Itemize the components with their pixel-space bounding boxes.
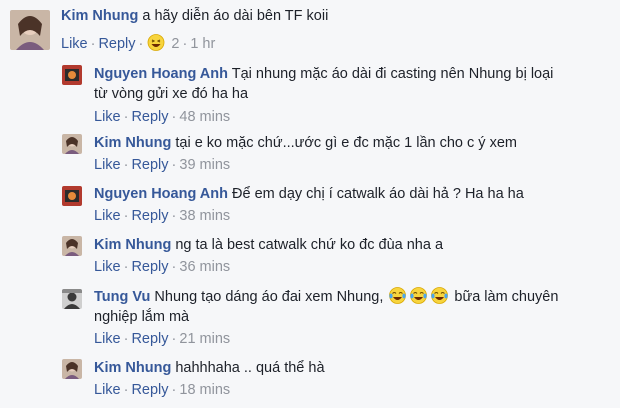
comment-text: Để em dạy chị í catwalk áo dài hả ? Ha h…: [232, 186, 524, 202]
commenter-name[interactable]: Kim Nhung: [94, 135, 171, 151]
comment-body: Kim Nhung hahhhaha .. quá thể hà Like · Re…: [94, 358, 325, 400]
comment: Kim Nhung a hãy diễn áo dài bên TF koii …: [0, 0, 620, 58]
comment-body: Nguyen Hoang Anh Để em dạy chị í catwalk…: [94, 184, 524, 226]
reply-link[interactable]: Reply: [131, 157, 168, 173]
comment-text-line: Kim Nhung ng ta là best catwalk chứ ko đ…: [94, 235, 443, 255]
comment-body: Nguyen Hoang Anh Tại nhung mặc áo dài đi…: [94, 64, 553, 127]
separator-dot: ·: [123, 157, 129, 173]
comment-body: Kim Nhung ng ta là best catwalk chứ ko đ…: [94, 235, 443, 277]
comment-body: Kim Nhung a hãy diễn áo dài bên TF koii …: [61, 6, 328, 54]
reaction-count[interactable]: 2: [171, 36, 179, 52]
tears-of-joy-emoji-icon: [388, 287, 407, 304]
comment-actions: Like · Reply · 39 mins: [94, 155, 517, 175]
timestamp[interactable]: 36 mins: [179, 259, 230, 275]
avatar[interactable]: [62, 359, 82, 379]
reply-link[interactable]: Reply: [131, 331, 168, 347]
comment-text: Nhung tạo dáng áo đai xem Nhung,: [154, 289, 384, 305]
separator-dot: ·: [123, 109, 129, 125]
comment-actions: Like · Reply · 36 mins: [94, 257, 443, 277]
separator-dot: ·: [171, 157, 177, 173]
comment-actions: Like · Reply · 2 · 1 hr: [61, 34, 328, 54]
comment-text: hahhhaha .. quá thể hà: [175, 360, 325, 376]
reply-link[interactable]: Reply: [131, 382, 168, 398]
separator-dot: ·: [171, 109, 177, 125]
separator-dot: ·: [138, 36, 144, 52]
tears-of-joy-emoji-icon: [430, 287, 449, 304]
separator-dot: ·: [123, 382, 129, 398]
separator-dot: ·: [90, 36, 96, 52]
like-link[interactable]: Like: [94, 259, 121, 275]
avatar[interactable]: [62, 236, 82, 256]
separator-dot: ·: [123, 331, 129, 347]
separator-dot: ·: [123, 259, 129, 275]
commenter-name[interactable]: Kim Nhung: [94, 360, 171, 376]
comment-text: a hãy diễn áo dài bên TF koii: [142, 8, 329, 24]
timestamp[interactable]: 48 mins: [179, 109, 230, 125]
comment-text: bữa làm chuyên: [454, 289, 559, 305]
comment-text: Tại nhung mặc áo dài đi casting nên Nhun…: [231, 66, 554, 82]
comment-text-line: nghiệp lắm mà: [94, 309, 190, 325]
commenter-name[interactable]: Tung Vu: [94, 289, 150, 305]
like-link[interactable]: Like: [94, 382, 121, 398]
comment-body: Kim Nhung tại e ko mặc chứ...ước gì e đc…: [94, 133, 517, 175]
comment-text-line: Kim Nhung a hãy diễn áo dài bên TF koii: [61, 6, 328, 26]
reply-link[interactable]: Reply: [131, 259, 168, 275]
reply-link[interactable]: Reply: [131, 109, 168, 125]
timestamp[interactable]: 21 mins: [179, 331, 230, 347]
like-link[interactable]: Like: [94, 109, 121, 125]
comment-text-line: Nguyen Hoang Anh Để em dạy chị í catwalk…: [94, 184, 524, 204]
separator-dot: ·: [123, 208, 129, 224]
comment-text-line: Kim Nhung tại e ko mặc chứ...ước gì e đc…: [94, 133, 517, 153]
timestamp[interactable]: 38 mins: [179, 208, 230, 224]
comment-text-line: Kim Nhung hahhhaha .. quá thể hà: [94, 358, 325, 378]
comment-text: tại e ko mặc chứ...ước gì e đc mặc 1 lần…: [175, 135, 517, 151]
commenter-name[interactable]: Kim Nhung: [61, 8, 138, 24]
separator-dot: ·: [182, 36, 188, 52]
comment-actions: Like · Reply · 48 mins: [94, 107, 553, 127]
like-link[interactable]: Like: [94, 331, 121, 347]
comment-text-line: Nguyen Hoang Anh Tại nhung mặc áo dài đi…: [94, 64, 553, 84]
separator-dot: ·: [171, 208, 177, 224]
avatar[interactable]: [10, 10, 50, 50]
comment-actions: Like · Reply · 21 mins: [94, 329, 558, 349]
separator-dot: ·: [171, 259, 177, 275]
timestamp[interactable]: 39 mins: [179, 157, 230, 173]
commenter-name[interactable]: Nguyen Hoang Anh: [94, 66, 228, 82]
comment-text-line: từ vòng gửi xe đó ha ha: [94, 86, 249, 102]
avatar[interactable]: [62, 65, 82, 85]
comment-body: Tung Vu Nhung tạo dáng áo đai xem Nhung,…: [94, 287, 558, 349]
tears-of-joy-emoji-icon: [409, 287, 428, 304]
avatar[interactable]: [62, 134, 82, 154]
commenter-name[interactable]: Nguyen Hoang Anh: [94, 186, 228, 202]
comment-text-line: Tung Vu Nhung tạo dáng áo đai xem Nhung,…: [94, 287, 558, 307]
timestamp[interactable]: 1 hr: [190, 36, 215, 52]
laughing-emoji-icon[interactable]: [147, 34, 166, 51]
like-link[interactable]: Like: [61, 36, 88, 52]
reply-link[interactable]: Reply: [98, 36, 135, 52]
comment-actions: Like · Reply · 38 mins: [94, 206, 524, 226]
timestamp[interactable]: 18 mins: [179, 382, 230, 398]
separator-dot: ·: [171, 382, 177, 398]
comment-actions: Like · Reply · 18 mins: [94, 380, 325, 400]
avatar[interactable]: [62, 186, 82, 206]
commenter-name[interactable]: Kim Nhung: [94, 237, 171, 253]
avatar[interactable]: [62, 289, 82, 309]
separator-dot: ·: [171, 331, 177, 347]
reply-link[interactable]: Reply: [131, 208, 168, 224]
like-link[interactable]: Like: [94, 208, 121, 224]
like-link[interactable]: Like: [94, 157, 121, 173]
comment-text: ng ta là best catwalk chứ ko đc đùa nha …: [175, 237, 444, 253]
